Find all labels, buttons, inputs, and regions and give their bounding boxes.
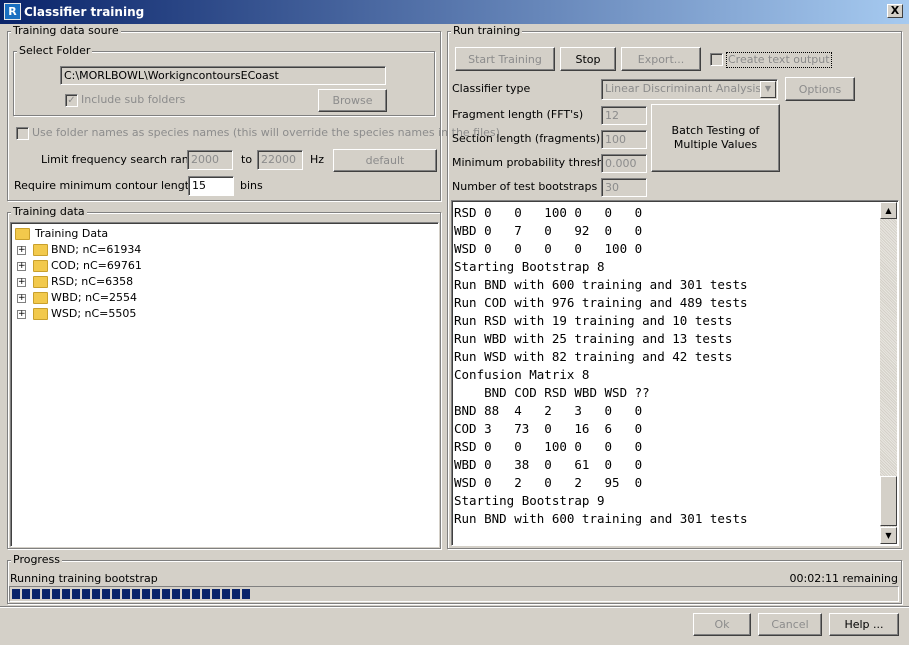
freq-max-field[interactable]: 22000 xyxy=(257,150,303,170)
options-button[interactable]: Options xyxy=(785,77,855,101)
training-source-label: Training data soure xyxy=(11,24,121,37)
export-button[interactable]: Export... xyxy=(621,47,701,71)
app-logo-icon: R xyxy=(4,3,21,20)
folder-icon xyxy=(33,276,48,288)
tree-item-label: WSD; nC=5505 xyxy=(51,307,137,320)
default-button[interactable]: default xyxy=(333,149,437,172)
min-prob-label: Minimum probability threshold xyxy=(452,156,621,169)
progress-status: Running training bootstrap xyxy=(10,572,158,585)
expand-icon[interactable]: + xyxy=(17,278,26,287)
include-subfolders-checkbox[interactable]: ✓ xyxy=(65,94,78,107)
console-line: BND 88 4 2 3 0 0 xyxy=(454,403,643,418)
folder-icon xyxy=(15,228,30,240)
console-line: Run WBD with 25 training and 13 tests xyxy=(454,331,733,346)
use-folder-names-label: Use folder names as species names (this … xyxy=(32,126,500,139)
min-contour-unit: bins xyxy=(240,179,263,192)
training-data-label: Training data xyxy=(11,205,87,218)
console-scrollbar[interactable]: ▲ ▼ xyxy=(880,202,897,544)
progress-bar xyxy=(9,586,899,602)
create-text-output-label: Create text output xyxy=(726,52,832,68)
console-line: Starting Bootstrap 8 xyxy=(454,259,605,274)
use-folder-names-checkbox[interactable] xyxy=(16,127,29,140)
folder-icon xyxy=(33,308,48,320)
create-text-output-checkbox[interactable] xyxy=(710,53,723,66)
expand-icon[interactable]: + xyxy=(17,246,26,255)
progress-label: Progress xyxy=(11,553,62,566)
section-length-field[interactable]: 100 xyxy=(601,130,647,149)
expand-icon[interactable]: + xyxy=(17,310,26,319)
freq-unit-label: Hz xyxy=(310,153,325,166)
progress-fill xyxy=(12,589,251,599)
min-contour-field[interactable]: 15 xyxy=(188,176,234,196)
progress-remaining: 00:02:11 remaining xyxy=(789,572,898,585)
section-length-label: Section length (fragments) xyxy=(452,132,601,145)
console-line: Run COD with 976 training and 489 tests xyxy=(454,295,748,310)
scroll-up-icon[interactable]: ▲ xyxy=(880,202,897,219)
browse-button[interactable]: Browse xyxy=(318,89,387,112)
output-console[interactable]: RSD 0 0 100 0 0 0 WBD 0 7 0 92 0 0 WSD 0 0… xyxy=(451,200,899,546)
ok-button[interactable]: Ok xyxy=(693,613,751,636)
tree-item-label: BND; nC=61934 xyxy=(51,243,142,256)
console-line: BND COD RSD WBD WSD ?? xyxy=(454,385,650,400)
console-line: Run BND with 600 training and 301 tests xyxy=(454,511,748,526)
help-button[interactable]: Help ... xyxy=(829,613,899,636)
min-contour-label: Require minimum contour length of xyxy=(14,179,211,192)
console-line: WSD 0 2 0 2 95 0 xyxy=(454,475,643,490)
freq-to-label: to xyxy=(241,153,253,166)
classifier-type-label: Classifier type xyxy=(452,82,531,95)
freq-min-field[interactable]: 2000 xyxy=(187,150,233,170)
console-line: RSD 0 0 100 0 0 0 xyxy=(454,205,643,220)
chevron-down-icon[interactable]: ▼ xyxy=(760,81,776,98)
tree-item-label: RSD; nC=6358 xyxy=(51,275,134,288)
console-line: COD 3 73 0 16 6 0 xyxy=(454,421,643,436)
expand-icon[interactable]: + xyxy=(17,262,26,271)
cancel-button[interactable]: Cancel xyxy=(758,613,822,636)
classifier-type-value: Linear Discriminant Analysis xyxy=(605,82,762,95)
include-subfolders-label: Include sub folders xyxy=(81,93,186,106)
min-prob-field[interactable]: 0.000 xyxy=(601,154,647,173)
batch-testing-button[interactable]: Batch Testing of Multiple Values xyxy=(651,104,780,172)
folder-icon xyxy=(33,244,48,256)
select-folder-label: Select Folder xyxy=(17,44,93,57)
tree-item-label: WBD; nC=2554 xyxy=(51,291,137,304)
num-bootstraps-label: Number of test bootstraps xyxy=(452,180,598,193)
console-line: WSD 0 0 0 0 100 0 xyxy=(454,241,643,256)
console-text: RSD 0 0 100 0 0 0 WBD 0 7 0 92 0 0 WSD 0 0… xyxy=(454,204,879,528)
freq-range-label: Limit frequency search range xyxy=(41,153,203,166)
console-line: RSD 0 0 100 0 0 0 xyxy=(454,439,643,454)
console-line: WBD 0 7 0 92 0 0 xyxy=(454,223,643,238)
console-line: Starting Bootstrap 9 xyxy=(454,493,605,508)
footer-separator xyxy=(0,606,909,608)
close-button[interactable]: X xyxy=(887,4,903,18)
run-training-label: Run training xyxy=(451,24,523,37)
start-training-button[interactable]: Start Training xyxy=(455,47,555,71)
fragment-length-label: Fragment length (FFT's) xyxy=(452,108,584,121)
scroll-thumb[interactable] xyxy=(880,476,897,526)
expand-icon[interactable]: + xyxy=(17,294,26,303)
folder-path-field[interactable]: C:\MORLBOWL\WorkigncontoursECoast xyxy=(60,66,386,85)
console-line: Confusion Matrix 8 xyxy=(454,367,590,382)
classifier-type-select[interactable]: Linear Discriminant Analysis ▼ xyxy=(601,79,778,100)
tree-item-label: COD; nC=69761 xyxy=(51,259,142,272)
title-bar: R Classifier training X xyxy=(0,0,909,24)
scroll-down-icon[interactable]: ▼ xyxy=(880,527,897,544)
folder-icon xyxy=(33,260,48,272)
console-line: WBD 0 38 0 61 0 0 xyxy=(454,457,643,472)
stop-button[interactable]: Stop xyxy=(560,47,616,71)
console-line: Run WSD with 82 training and 42 tests xyxy=(454,349,733,364)
fragment-length-field[interactable]: 12 xyxy=(601,106,647,125)
tree-root-label: Training Data xyxy=(35,227,109,240)
batch-testing-label: Batch Testing of Multiple Values xyxy=(671,124,760,151)
folder-icon xyxy=(33,292,48,304)
window-title: Classifier training xyxy=(24,5,145,19)
training-data-tree[interactable]: Training Data + BND; nC=61934 + COD; nC=… xyxy=(10,222,439,547)
num-bootstraps-field[interactable]: 30 xyxy=(601,178,647,197)
console-line: Run BND with 600 training and 301 tests xyxy=(454,277,748,292)
console-line: Run RSD with 19 training and 10 tests xyxy=(454,313,733,328)
